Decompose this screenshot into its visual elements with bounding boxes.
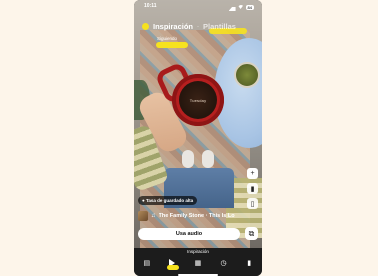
track-title: The Family Stone · This Is Lo [158,213,235,219]
camera-icon[interactable]: ⧉ [245,227,258,240]
highlight-dot [142,23,149,30]
status-bar: 10:11 84 [134,3,262,11]
tool-column: + ▮ ▯ [245,166,260,209]
filter-siguiendo[interactable]: Siguiendo [157,36,177,41]
use-audio-button[interactable]: Usa audio [138,228,240,240]
bottom-nav: Inspiración ▤ ▦ ◷ ▮ [134,248,262,276]
album-cover [138,211,148,221]
nav-grid-icon[interactable]: ▦ [192,258,204,268]
insights-icon[interactable]: ▮ [247,183,258,194]
tab-plantillas-label: Plantillas [203,22,236,31]
tab-plantillas[interactable]: Plantillas [203,22,248,34]
home-indicator [178,274,218,276]
status-badge: ● Tasa de guardado alta [138,196,198,205]
highlight-mark [156,42,188,48]
nav-clock-icon[interactable]: ◷ [218,258,230,268]
add-button[interactable]: + [245,166,260,181]
shoe-left [182,150,194,168]
battery-icon: 84 [245,4,254,10]
audio-track[interactable]: ♫ The Family Stone · This Is Lo [138,211,258,221]
bookmark-icon[interactable]: ▯ [247,198,258,209]
nav-stories-icon[interactable]: ▤ [141,258,153,268]
music-note-icon: ♫ [151,213,156,219]
tab-inspiracion[interactable]: Inspiración [153,22,193,31]
highlight-mark [167,265,179,270]
status-time: 10:11 [144,3,157,9]
nav-active-label: Inspiración [187,249,209,254]
wifi-icon [237,5,244,9]
shoe-right [202,150,214,168]
header-tabs: Inspiración · Plantillas [142,22,248,34]
mug-text: Tuesday [189,98,207,103]
plant-pot [234,62,260,88]
badge-label: Tasa de guardado alta [145,198,194,203]
signal-icon [228,3,236,11]
nav-insights-icon[interactable]: ▮ [243,258,255,268]
tab-separator: · [197,23,200,30]
phone-screen: Tuesday 10:11 84 Inspiración · Plantilla… [134,0,262,276]
